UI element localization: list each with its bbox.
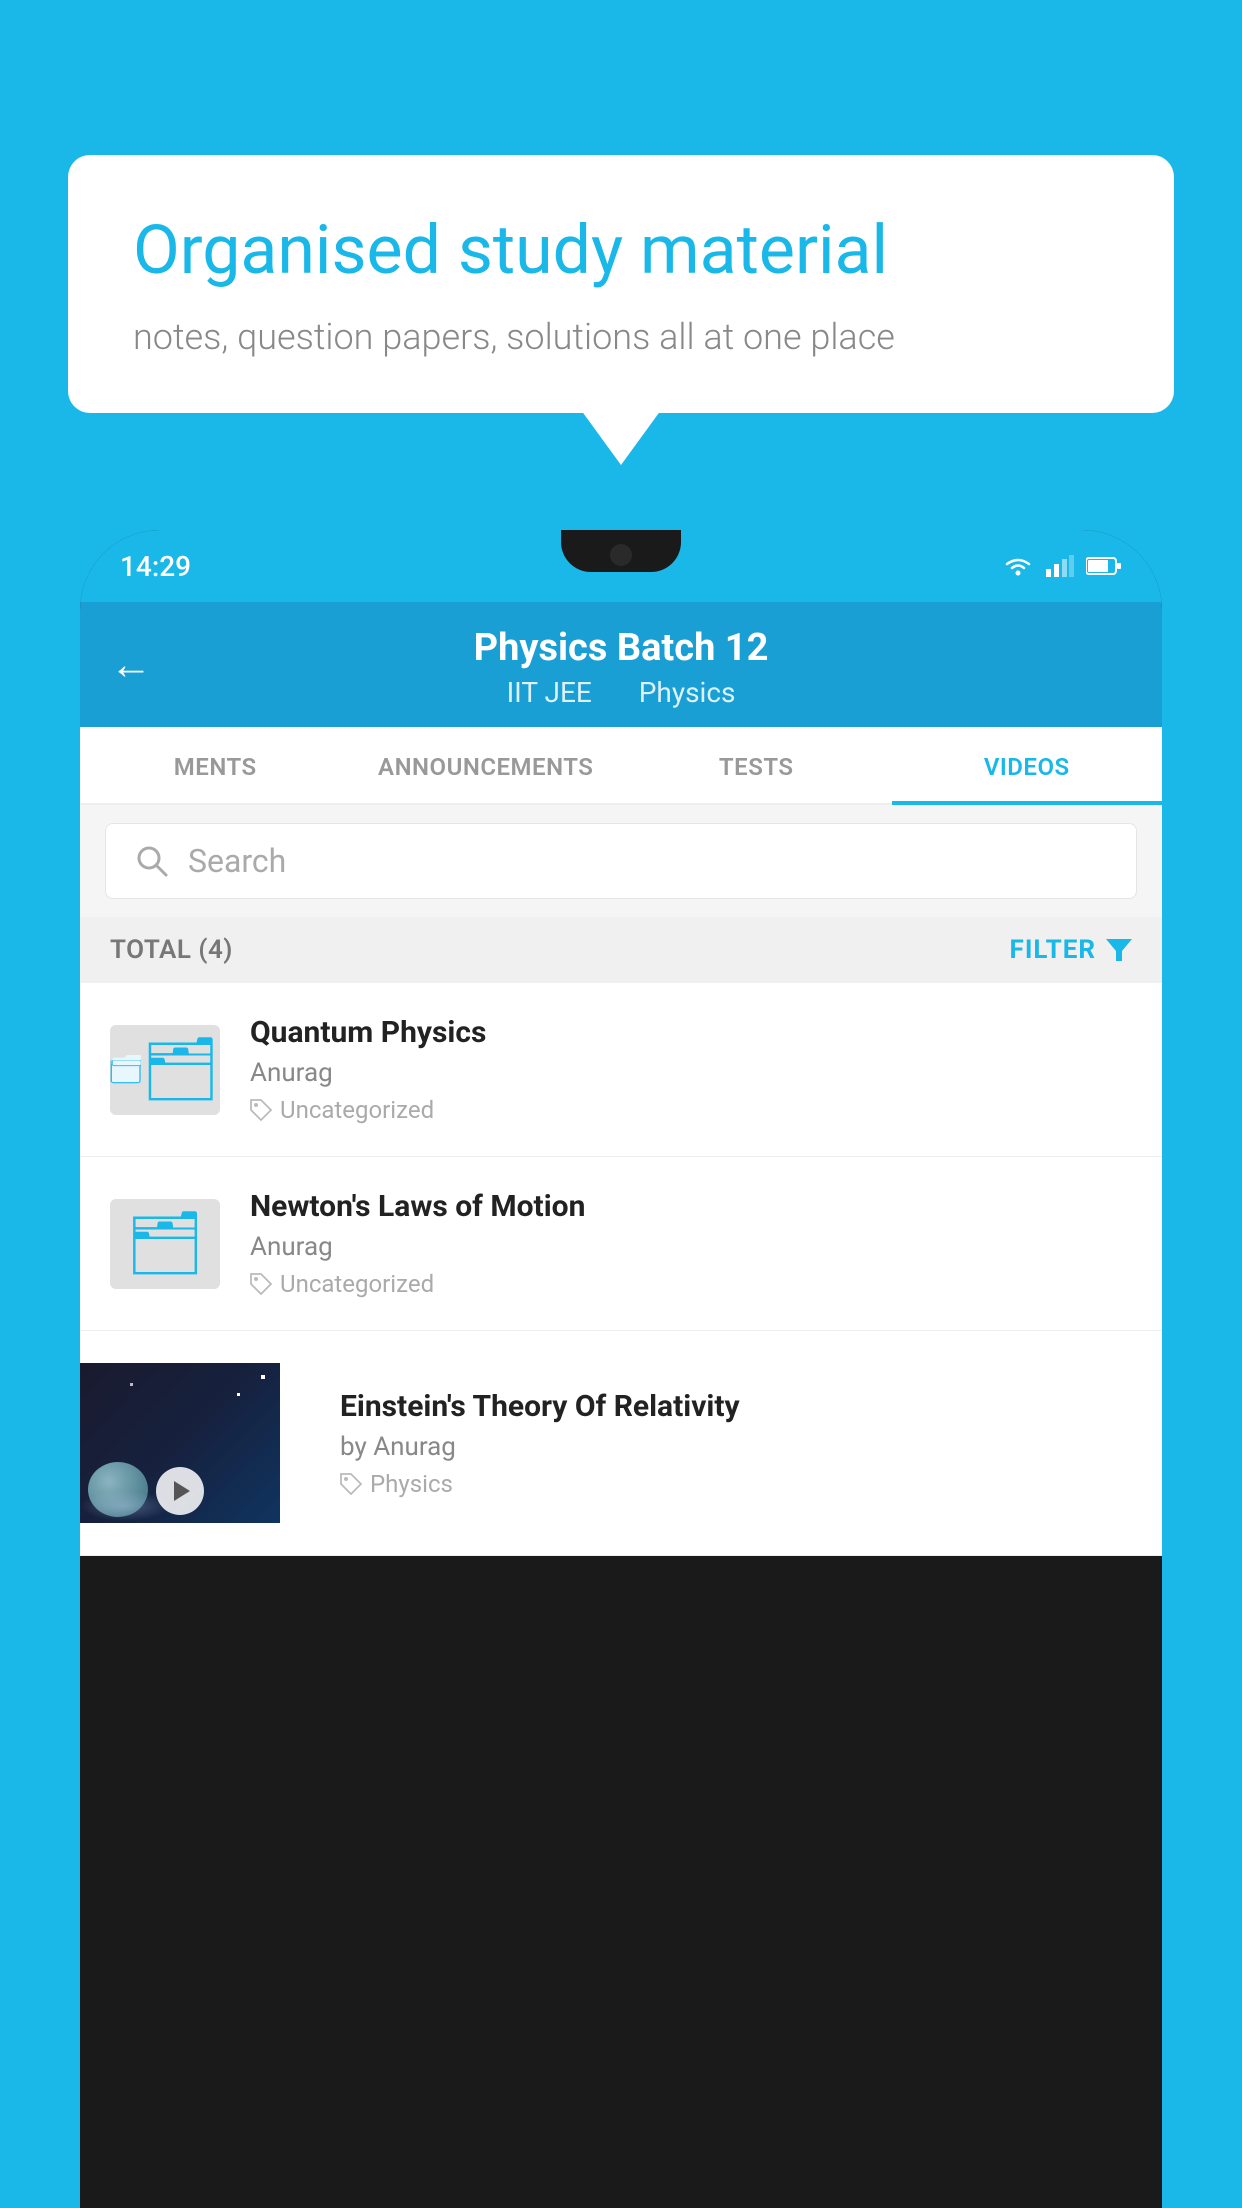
- bubble-subtitle: notes, question papers, solutions all at…: [133, 316, 1109, 358]
- tab-videos[interactable]: VIDEOS: [892, 727, 1163, 803]
- tag-label-3: Physics: [370, 1470, 453, 1498]
- video-thumbnail-1: 🗂: [110, 1025, 220, 1115]
- video-info-3: Einstein's Theory Of Relativity by Anura…: [310, 1389, 1162, 1498]
- video-title-3: Einstein's Theory Of Relativity: [340, 1389, 1132, 1424]
- video-tag-3: Physics: [340, 1470, 1132, 1498]
- search-bar[interactable]: Search: [105, 823, 1137, 899]
- header-subtitle-physics: Physics: [639, 676, 736, 709]
- wifi-icon: [1002, 554, 1034, 578]
- header-subtitle: IIT JEE Physics: [497, 676, 746, 709]
- list-item[interactable]: Einstein's Theory Of Relativity by Anura…: [80, 1331, 1162, 1556]
- star-1: [261, 1375, 265, 1379]
- header-subtitle-iitjee: IIT JEE: [507, 676, 592, 709]
- video-tag-2: Uncategorized: [250, 1270, 1132, 1298]
- tag-label-2: Uncategorized: [280, 1270, 434, 1298]
- filter-icon: [1106, 937, 1132, 963]
- tab-announcements[interactable]: ANNOUNCEMENTS: [351, 727, 622, 803]
- folder-symbol-2: 🗂: [126, 1213, 205, 1275]
- video-author-1: Anurag: [250, 1058, 1132, 1088]
- tab-tests[interactable]: TESTS: [621, 727, 892, 803]
- signal-icon: [1046, 555, 1074, 577]
- camera: [610, 544, 632, 566]
- tabs-bar: MENTS ANNOUNCEMENTS TESTS VIDEOS: [80, 727, 1162, 805]
- speech-bubble-container: Organised study material notes, question…: [68, 155, 1174, 413]
- list-item[interactable]: 🗂 Quantum Physics Anurag Uncategorized: [80, 983, 1162, 1157]
- video-thumbnail-2: 🗂: [110, 1199, 220, 1289]
- tag-icon-2: [250, 1273, 272, 1295]
- filter-label: FILTER: [1010, 935, 1096, 965]
- play-button-3[interactable]: [156, 1467, 204, 1515]
- search-section: Search: [80, 805, 1162, 917]
- star-3: [130, 1383, 133, 1386]
- play-triangle-icon: [174, 1481, 190, 1501]
- folder-symbol: 🗂: [141, 1039, 220, 1101]
- video-title-1: Quantum Physics: [250, 1015, 1132, 1050]
- video-thumbnail-3: [80, 1363, 280, 1523]
- video-author-3: by Anurag: [340, 1432, 1132, 1462]
- tag-icon: [250, 1099, 272, 1121]
- video-list: 🗂 Quantum Physics Anurag Uncategorized 🗂: [80, 983, 1162, 1556]
- video-author-2: Anurag: [250, 1232, 1132, 1262]
- tab-ments[interactable]: MENTS: [80, 727, 351, 803]
- app-header: ← Physics Batch 12 IIT JEE Physics: [80, 602, 1162, 727]
- status-time: 14:29: [120, 550, 191, 583]
- battery-icon: [1086, 556, 1122, 576]
- bubble-title: Organised study material: [133, 210, 1109, 292]
- search-placeholder-text: Search: [188, 842, 286, 880]
- back-button[interactable]: ←: [110, 640, 152, 689]
- video-tag-1: Uncategorized: [250, 1096, 1132, 1124]
- filter-bar: TOTAL (4) FILTER: [80, 917, 1162, 983]
- video-info-1: Quantum Physics Anurag Uncategorized: [250, 1015, 1132, 1124]
- notch: [561, 530, 681, 572]
- status-icons: [1002, 554, 1122, 578]
- status-bar: 14:29: [80, 530, 1162, 602]
- filter-button[interactable]: FILTER: [1010, 935, 1132, 965]
- list-item[interactable]: 🗂 Newton's Laws of Motion Anurag Uncateg…: [80, 1157, 1162, 1331]
- tag-icon-3: [340, 1473, 362, 1495]
- folder-icon: [110, 1037, 141, 1102]
- video-info-2: Newton's Laws of Motion Anurag Uncategor…: [250, 1189, 1132, 1298]
- header-title: Physics Batch 12: [474, 626, 769, 670]
- video-title-2: Newton's Laws of Motion: [250, 1189, 1132, 1224]
- total-count: TOTAL (4): [110, 935, 233, 965]
- star-2: [237, 1393, 240, 1396]
- speech-bubble: Organised study material notes, question…: [68, 155, 1174, 413]
- tag-label-1: Uncategorized: [280, 1096, 434, 1124]
- phone-frame: 14:29: [80, 530, 1162, 2208]
- search-icon: [134, 843, 170, 879]
